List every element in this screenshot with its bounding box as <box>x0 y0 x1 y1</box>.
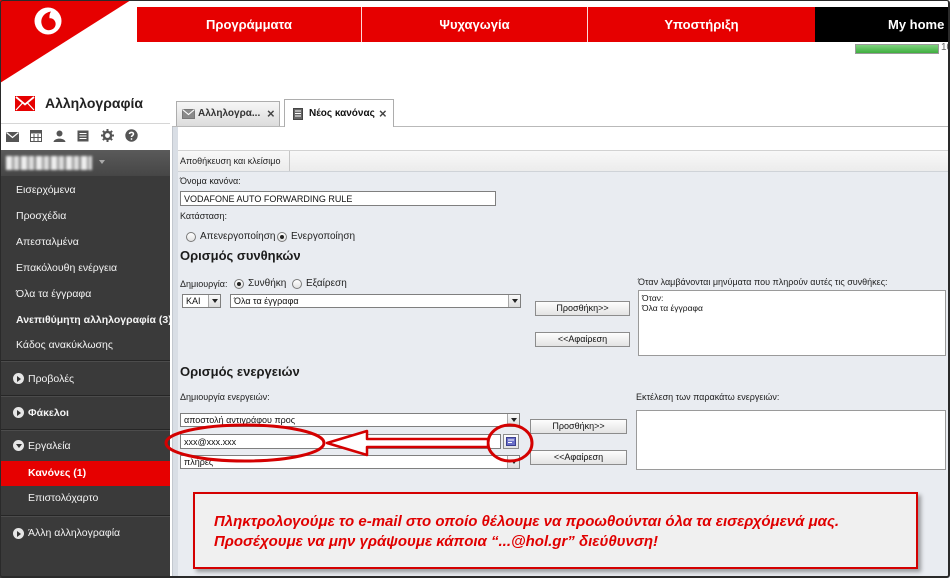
conditions-summary-label: Όταν λαμβάνονται μηνύματα που πληρούν αυ… <box>638 277 888 287</box>
instruction-line: Πληκτρολογούμε το e-mail στο οποίο θέλου… <box>214 513 840 530</box>
mail-icon <box>182 109 195 119</box>
expand-arrow-icon <box>13 373 24 384</box>
conditions-summary-box[interactable]: Όταν: Όλα τα έγγραφα <box>638 290 946 356</box>
document-icon <box>293 108 303 120</box>
mail-icon[interactable] <box>6 129 19 143</box>
forward-email-input[interactable] <box>180 434 501 449</box>
status-enabled-radio[interactable] <box>277 232 287 242</box>
action-select[interactable]: αποστολή αντιγράφου προς <box>180 413 520 427</box>
operator-select[interactable]: ΚΑΙ <box>182 294 221 308</box>
condition-type-radio[interactable] <box>234 279 244 289</box>
nav-item-programs[interactable]: Προγράμματα <box>137 7 362 42</box>
action-select-value: αποστολή αντιγράφου προς <box>184 415 296 425</box>
chevron-down-icon[interactable] <box>508 295 520 307</box>
nav-item-support[interactable]: Υποστήριξη <box>588 7 815 42</box>
remove-condition-button[interactable]: <<Αφαίρεση <box>535 332 630 347</box>
sidebar-section-other-mail[interactable]: Άλλη αλληλογραφία <box>0 517 170 550</box>
operator-select-value: ΚΑΙ <box>186 296 201 306</box>
actions-summary-box[interactable] <box>636 410 946 470</box>
tab-mail[interactable]: Αλληλογρα... <box>176 101 280 126</box>
sidebar-item-sent[interactable]: Απεσταλμένα <box>0 229 170 255</box>
tasks-icon[interactable] <box>77 129 89 143</box>
address-book-icon <box>506 437 516 446</box>
sidebar-item-junk[interactable]: Ανεπιθύμητη αλληλογραφία (3) <box>0 307 170 333</box>
add-action-button[interactable]: Προσθήκη>> <box>530 419 627 434</box>
conditions-create-label: Δημιουργία: <box>180 279 228 289</box>
actions-create-label: Δημιουργία ενεργειών: <box>180 392 270 402</box>
sidebar-section-label: Φάκελοι <box>28 407 69 419</box>
conditions-summary-line: Όλα τα έγγραφα <box>642 303 703 313</box>
sidebar-item-drafts[interactable]: Προσχέδια <box>0 203 170 229</box>
rule-name-label: Όνομα κανόνα: <box>180 176 241 186</box>
calendar-icon[interactable] <box>30 129 42 143</box>
nav-item-my-home[interactable]: My home a <box>815 7 950 42</box>
instruction-callout: Πληκτρολογούμε το e-mail στο οποίο θέλου… <box>193 492 918 569</box>
sidebar-section-label: Προβολές <box>28 373 75 385</box>
sidebar-item-stationery[interactable]: Επιστολόχαρτο <box>0 486 170 511</box>
vodafone-logo[interactable] <box>0 0 135 86</box>
my-home-label: My home a <box>888 17 950 32</box>
condition-select[interactable]: Όλα τα έγγραφα <box>230 294 521 308</box>
help-icon[interactable] <box>125 129 138 143</box>
nav-item-entertainment[interactable]: Ψυχαγωγία <box>362 7 588 42</box>
quota-bar-fill <box>856 45 938 53</box>
quota-text: 10 <box>941 42 950 53</box>
sidebar-item-all-items[interactable]: Όλα τα έγγραφα <box>0 281 170 307</box>
sidebar-item-trash[interactable]: Κάδος ανακύκλωσης <box>0 332 170 358</box>
quota-bar <box>855 44 939 54</box>
expand-arrow-icon <box>13 407 24 418</box>
actions-heading: Ορισμός ενεργειών <box>180 364 300 379</box>
sidebar-divider <box>0 123 170 124</box>
rule-toolbar: Αποθήκευση και κλείσιμο <box>178 150 950 172</box>
sidebar-title-icon <box>15 96 35 111</box>
status-label: Κατάσταση: <box>180 211 227 221</box>
close-icon[interactable] <box>379 107 387 120</box>
status-disabled-radio[interactable] <box>186 232 196 242</box>
vodafone-logo-icon <box>0 0 131 83</box>
copy-mode-select-value: πλήρες <box>184 457 214 467</box>
actions-summary-label: Εκτέλεση των παρακάτω ενεργειών: <box>636 392 780 402</box>
exception-type-label[interactable]: Εξαίρεση <box>306 278 347 289</box>
sidebar-item-follow-up[interactable]: Επακόλουθη ενέργεια <box>0 255 170 281</box>
rule-name-input[interactable] <box>180 191 496 206</box>
expand-arrow-icon <box>13 528 24 539</box>
sidebar-item-inbox[interactable]: Εισερχόμενα <box>0 177 170 203</box>
sidebar-section-label: Άλλη αλληλογραφία <box>28 527 121 539</box>
status-enabled-label[interactable]: Ενεργοποίηση <box>291 231 355 242</box>
chevron-down-icon[interactable] <box>507 456 519 468</box>
conditions-summary-line: Όταν: <box>642 293 664 303</box>
tab-label: Νέος κανόνας <box>309 108 375 119</box>
sidebar-section-tools[interactable]: Εργαλεία <box>0 431 170 461</box>
sidebar-title[interactable]: Αλληλογραφία <box>45 95 143 111</box>
settings-icon[interactable] <box>101 129 114 143</box>
condition-select-value: Όλα τα έγγραφα <box>234 296 299 306</box>
tab-new-rule[interactable]: Νέος κανόνας <box>284 99 394 127</box>
chevron-down-icon[interactable] <box>507 414 519 426</box>
conditions-heading: Ορισμός συνθηκών <box>180 248 301 263</box>
top-navigation: Προγράμματα Ψυχαγωγία Υποστήριξη <box>137 7 815 42</box>
instruction-line: Προσέχουμε να μην γράψουμε κάποια “...@h… <box>214 533 659 550</box>
address-book-button[interactable] <box>503 434 519 449</box>
close-icon[interactable] <box>267 107 275 120</box>
exception-type-radio[interactable] <box>292 279 302 289</box>
collapse-arrow-icon <box>13 440 24 451</box>
account-name-redacted <box>6 156 92 170</box>
sidebar-section-folders[interactable]: Φάκελοι <box>0 397 170 429</box>
sidebar-section-views[interactable]: Προβολές <box>0 362 170 396</box>
add-condition-button[interactable]: Προσθήκη>> <box>535 301 630 316</box>
chevron-down-icon[interactable] <box>208 295 220 307</box>
mail-icon <box>15 96 35 111</box>
condition-type-label[interactable]: Συνθήκη <box>248 278 286 289</box>
copy-mode-select[interactable]: πλήρες <box>180 455 520 469</box>
chevron-down-icon[interactable] <box>99 160 105 164</box>
contacts-icon[interactable] <box>53 129 66 143</box>
sidebar-section-label: Εργαλεία <box>28 440 71 452</box>
remove-action-button[interactable]: <<Αφαίρεση <box>530 450 627 465</box>
sidebar-item-rules[interactable]: Κανόνες (1) <box>0 461 170 486</box>
tab-label: Αλληλογρα... <box>198 108 261 119</box>
save-and-close-button[interactable]: Αποθήκευση και κλείσιμο <box>178 151 290 171</box>
status-disabled-label[interactable]: Απενεργοποίηση <box>200 231 275 242</box>
